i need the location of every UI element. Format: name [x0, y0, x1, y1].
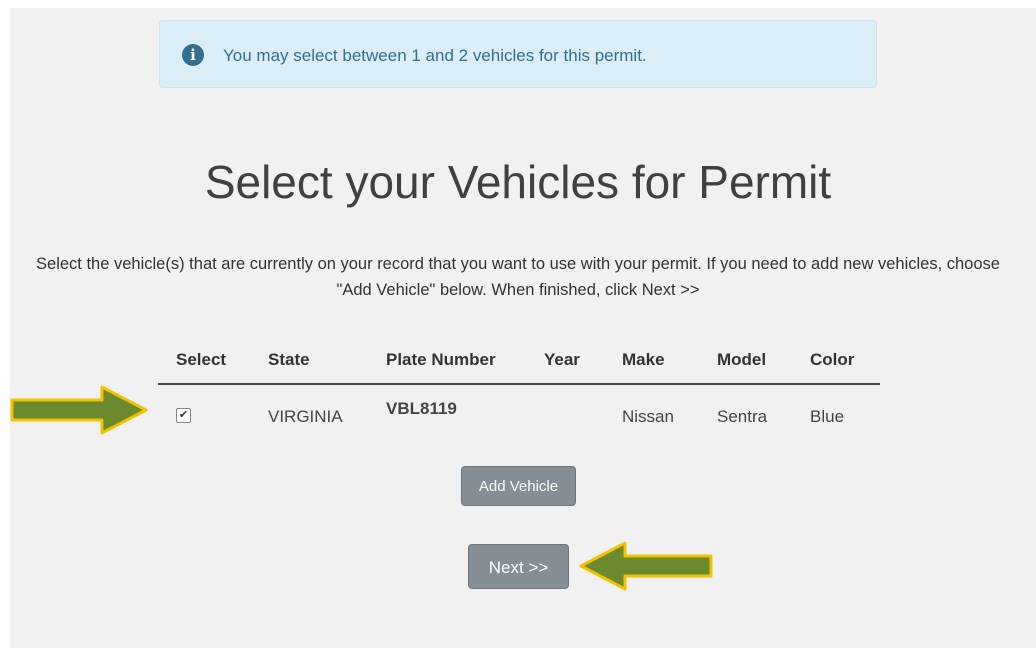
vehicles-table: Select State Plate Number Year Make Mode…: [158, 347, 880, 449]
header-select: Select: [158, 347, 268, 385]
add-vehicle-button[interactable]: Add Vehicle: [461, 466, 576, 506]
color-cell: Blue: [810, 407, 845, 426]
plate-cell: VBL8119: [386, 399, 457, 418]
vehicle-select-checkbox[interactable]: ✔: [176, 408, 191, 423]
table-row: ✔ VIRGINIA VBL8119 Nissan Sentra Blue: [158, 384, 880, 449]
info-alert: i You may select between 1 and 2 vehicle…: [159, 20, 877, 88]
header-year: Year: [544, 347, 622, 385]
year-cell: [544, 384, 622, 449]
make-cell: Nissan: [622, 407, 674, 426]
header-color: Color: [810, 347, 880, 385]
state-cell: VIRGINIA: [268, 407, 343, 426]
page-title: Select your Vehicles for Permit: [204, 156, 832, 208]
header-model: Model: [717, 347, 810, 385]
next-button[interactable]: Next >>: [468, 544, 569, 589]
header-plate-number: Plate Number: [386, 347, 544, 385]
header-make: Make: [622, 347, 717, 385]
intro-text: Select the vehicle(s) that are currently…: [36, 255, 1000, 299]
header-state: State: [268, 347, 386, 385]
arrow-left-icon: [579, 541, 713, 591]
select-cell: ✔: [158, 384, 268, 449]
model-cell: Sentra: [717, 407, 768, 426]
info-icon: i: [182, 44, 204, 66]
alert-text: You may select between 1 and 2 vehicles …: [223, 46, 647, 65]
table-header-row: Select State Plate Number Year Make Mode…: [158, 347, 880, 385]
arrow-right-icon: [10, 385, 148, 435]
